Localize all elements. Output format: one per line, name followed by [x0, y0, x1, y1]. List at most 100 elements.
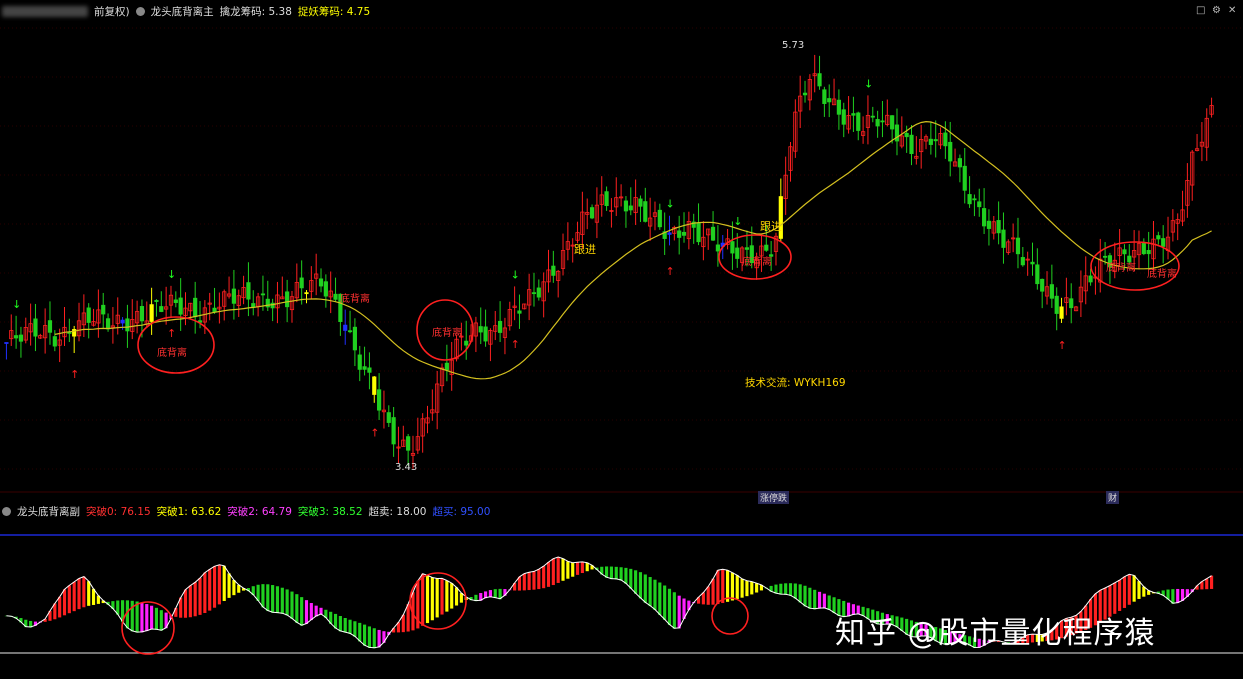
candle-body	[967, 194, 972, 205]
candle-body	[977, 201, 982, 208]
candle-body	[972, 198, 977, 201]
follow-label-1: 跟进	[574, 243, 596, 256]
candle-body	[875, 119, 880, 127]
candle-body	[260, 293, 266, 296]
candlestick-series	[4, 54, 1214, 469]
candle-body	[52, 336, 57, 347]
signal-arrows: ↓ ↓ ↓ ↓ ↓ ↓ ↑ ↑ ↑ ↑ ↑ ↑	[12, 77, 1067, 439]
candle-body	[1035, 264, 1040, 285]
candle-body	[178, 297, 183, 315]
candle-body	[1030, 261, 1035, 265]
candle-body	[193, 297, 198, 318]
up-arrow-icon: ↑	[666, 265, 675, 278]
candle-body	[357, 354, 362, 370]
candle-body	[1156, 235, 1161, 240]
sub-chart[interactable]	[0, 500, 1243, 679]
candle-body	[173, 299, 178, 303]
candle-body	[1049, 284, 1054, 299]
candle-body	[1001, 229, 1006, 248]
candle-body	[948, 141, 953, 162]
candle-body	[386, 412, 391, 423]
candle-body	[531, 292, 537, 295]
candle-body	[1161, 238, 1166, 247]
candle-body	[827, 98, 832, 103]
candle-body	[928, 138, 933, 145]
candle-body	[604, 191, 609, 207]
candle-body	[1146, 249, 1151, 255]
candle-body	[105, 318, 111, 330]
candle-body	[285, 291, 290, 308]
candle-body	[517, 310, 522, 314]
candle-body	[764, 244, 769, 251]
candle-body	[1122, 249, 1127, 255]
divergence-label-1: 底背离	[157, 348, 187, 359]
follow-label-2: 跟进	[760, 220, 782, 233]
candle-body	[1059, 306, 1064, 319]
candle-body	[391, 417, 396, 445]
divergence-label-5: 底背离	[1106, 263, 1136, 274]
candle-body	[589, 207, 595, 219]
low-price-label: 3.43	[395, 462, 417, 473]
candle-body	[1020, 257, 1025, 266]
candle-body	[841, 109, 846, 125]
candle-body	[1088, 275, 1093, 283]
candle-body	[1040, 278, 1045, 292]
sub-divergence-circle-icon	[711, 597, 749, 635]
candle-body	[1141, 242, 1146, 255]
candle-body	[957, 158, 962, 168]
candle-body	[817, 73, 822, 87]
candle-body	[159, 306, 164, 312]
candle-body	[498, 320, 503, 333]
moving-average-line	[54, 120, 1212, 380]
candle-body	[333, 293, 338, 300]
candle-body	[744, 247, 750, 250]
candle-body	[444, 362, 449, 371]
candle-body	[343, 324, 348, 331]
candle-body	[149, 304, 154, 322]
buy-down-arrow-icon: ↓	[511, 268, 520, 281]
high-price-label: 5.73	[782, 40, 804, 51]
up-arrow-icon: ↑	[370, 426, 379, 439]
candle-body	[362, 366, 367, 370]
candle-body	[352, 326, 357, 351]
candle-body	[715, 244, 720, 252]
candle-body	[67, 332, 72, 334]
main-chart[interactable]: ↓ ↓ ↓ ↓ ↓ ↓ ↑ ↑ ↑ ↑ ↑ ↑ 5.73 3.43	[0, 0, 1243, 500]
candle-body	[483, 326, 488, 342]
candle-body	[139, 306, 145, 322]
candle-body	[851, 113, 856, 116]
watermark: 知乎 @股市量化程序猿	[835, 616, 1156, 651]
buy-down-arrow-icon: ↓	[733, 215, 742, 228]
candle-body	[623, 200, 629, 212]
candle-body	[933, 139, 938, 142]
candle-body	[986, 220, 992, 229]
candle-body	[822, 89, 827, 104]
divergence-label-2: 底背离	[340, 294, 370, 305]
candle-body	[996, 220, 1001, 234]
up-arrow-icon: ↑	[511, 338, 520, 351]
candle-body	[643, 201, 648, 222]
candle-body	[628, 205, 633, 211]
divergence-label-3: 底背离	[432, 328, 462, 339]
candle-body	[551, 265, 556, 276]
candle-body	[367, 367, 372, 373]
candle-body	[982, 208, 987, 227]
candle-body	[125, 318, 130, 332]
candle-body	[478, 326, 483, 333]
candle-body	[730, 241, 735, 254]
candle-body	[231, 288, 236, 304]
candle-body	[836, 99, 841, 115]
candle-body	[14, 335, 19, 339]
candle-body	[880, 120, 885, 123]
candle-body	[464, 340, 469, 346]
candle-body	[406, 436, 411, 451]
candle-body	[18, 334, 24, 342]
buy-down-arrow-icon: ↓	[864, 77, 873, 90]
candle-body	[657, 209, 662, 228]
candle-body	[304, 292, 309, 295]
candle-body	[856, 112, 861, 131]
candle-body	[246, 282, 251, 300]
contact-text: 技术交流: WYKH169	[745, 377, 846, 389]
chart-grid	[0, 27, 1243, 470]
candle-body	[802, 92, 808, 96]
